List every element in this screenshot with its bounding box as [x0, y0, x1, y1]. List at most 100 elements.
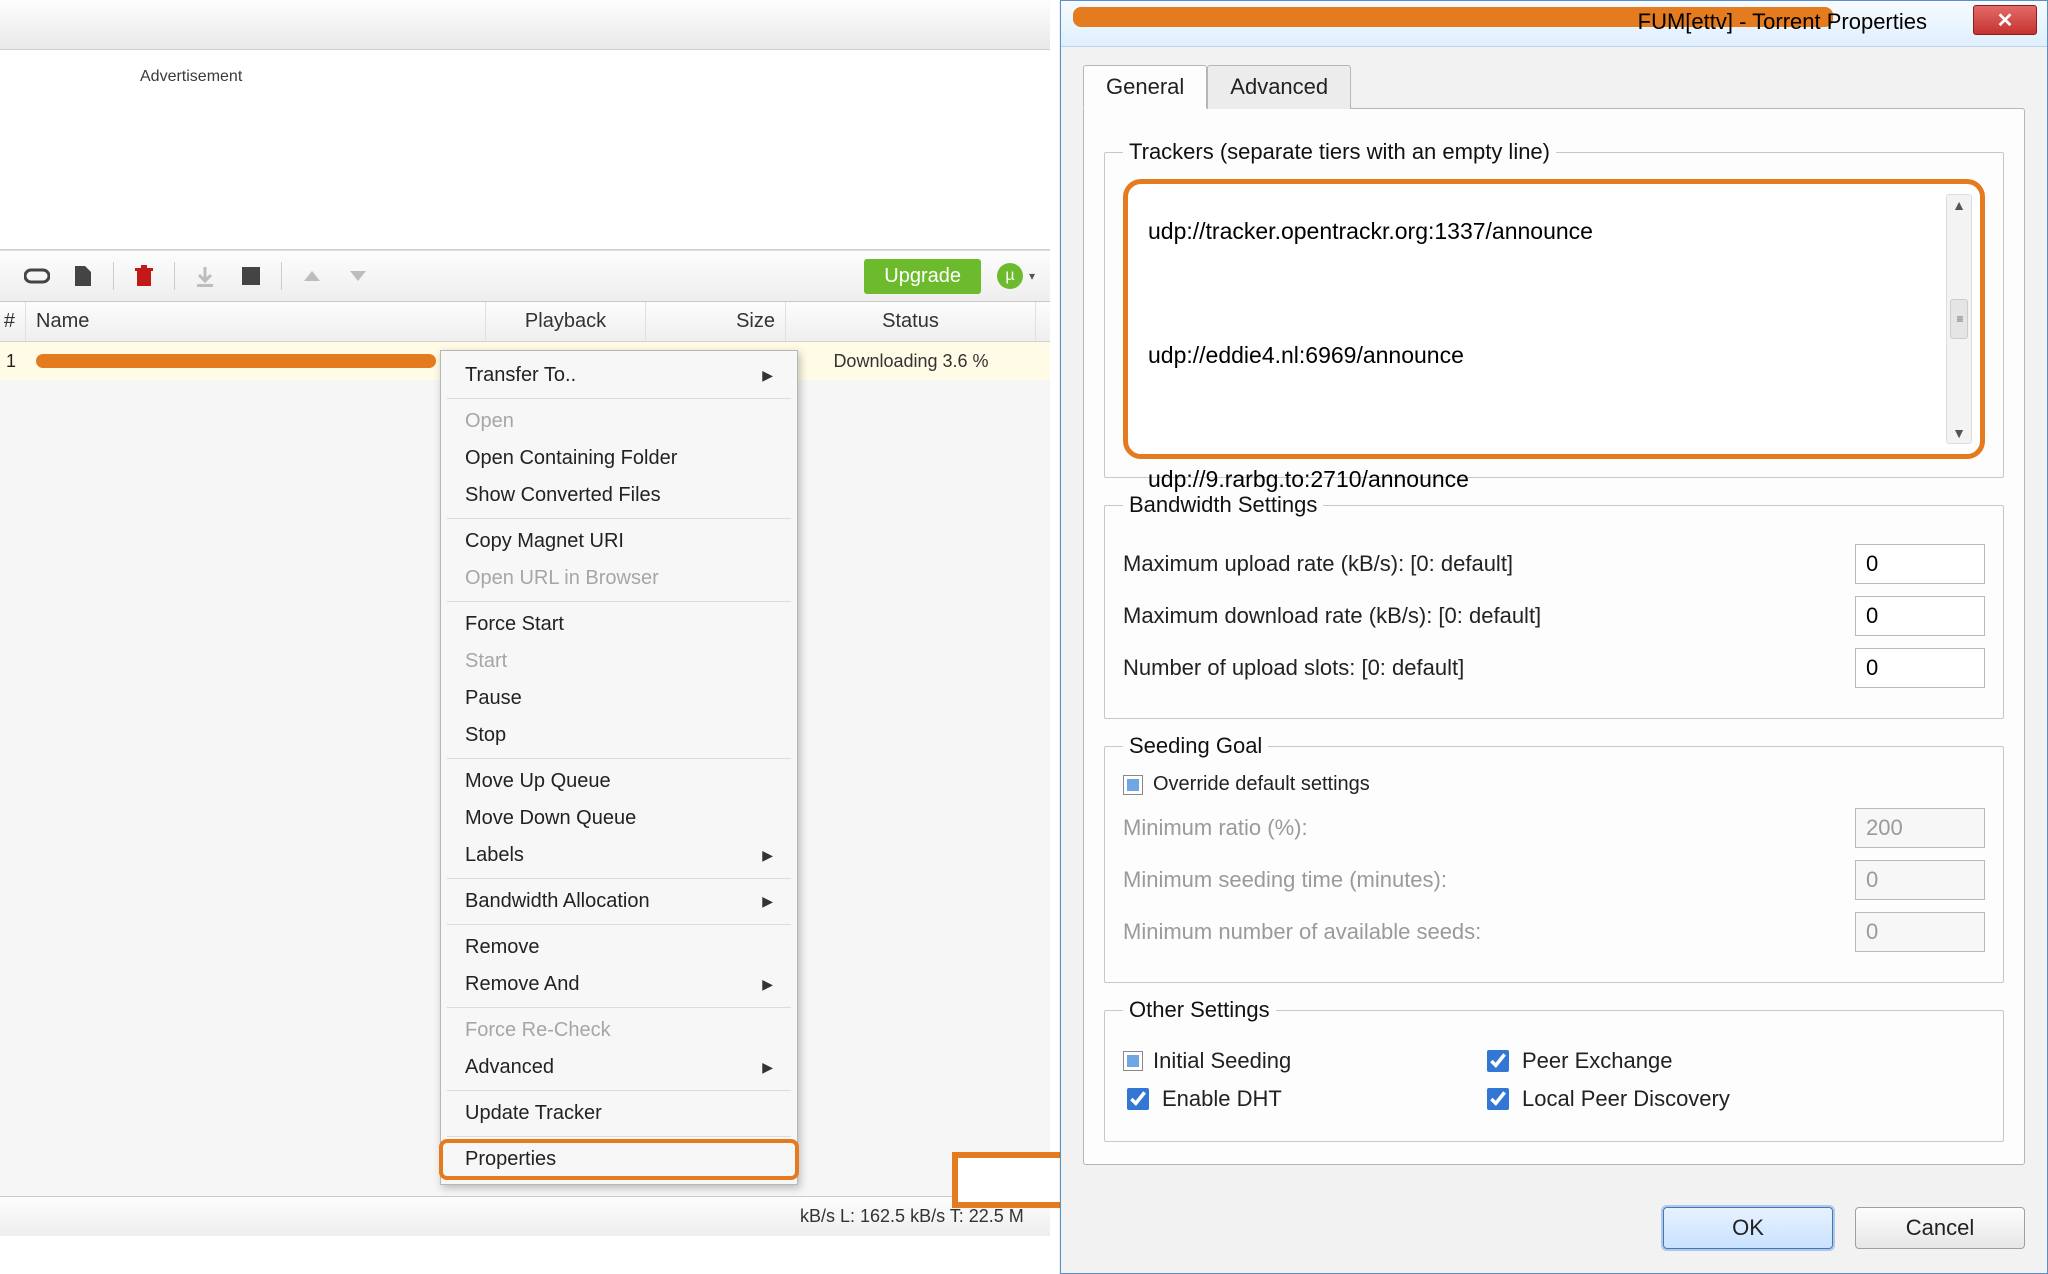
redacted-name-icon — [36, 354, 436, 368]
menu-separator — [447, 1007, 791, 1008]
menu-open-containing[interactable]: Open Containing Folder — [441, 440, 797, 477]
main-titlebar[interactable] — [0, 0, 1050, 50]
min-seed-time-label: Minimum seeding time (minutes): — [1123, 867, 1447, 893]
enable-dht-checkbox[interactable] — [1127, 1088, 1149, 1110]
menu-copy-magnet[interactable]: Copy Magnet URI — [441, 523, 797, 560]
menu-transfer-to[interactable]: Transfer To..▶ — [441, 357, 797, 394]
menu-move-down[interactable]: Move Down Queue — [441, 800, 797, 837]
scroll-down-icon[interactable]: ▼ — [1952, 425, 1966, 441]
max-download-input[interactable] — [1855, 596, 1985, 636]
menu-open-url[interactable]: Open URL in Browser — [441, 560, 797, 597]
cell-num: 1 — [0, 342, 26, 380]
menu-bandwidth-allocation[interactable]: Bandwidth Allocation▶ — [441, 883, 797, 920]
peer-exchange-label: Peer Exchange — [1522, 1048, 1672, 1074]
close-button[interactable]: ✕ — [1973, 5, 2037, 35]
col-status[interactable]: Status — [786, 302, 1036, 341]
min-available-seeds-label: Minimum number of available seeds: — [1123, 919, 1481, 945]
initial-seeding-label: Initial Seeding — [1153, 1048, 1291, 1074]
other-legend: Other Settings — [1123, 997, 1276, 1023]
max-upload-label: Maximum upload rate (kB/s): [0: default] — [1123, 551, 1513, 577]
menu-separator — [447, 1090, 791, 1091]
max-download-label: Maximum download rate (kB/s): [0: defaul… — [1123, 603, 1541, 629]
menu-separator — [447, 398, 791, 399]
group-seeding-goal: Seeding Goal Override default settings M… — [1104, 733, 2004, 983]
remove-icon[interactable] — [122, 256, 166, 296]
menu-force-recheck[interactable]: Force Re-Check — [441, 1012, 797, 1049]
menu-force-start[interactable]: Force Start — [441, 606, 797, 643]
move-up-icon[interactable] — [290, 256, 334, 296]
col-num[interactable]: # — [0, 302, 26, 341]
menu-move-up[interactable]: Move Up Queue — [441, 763, 797, 800]
peer-exchange-checkbox[interactable] — [1487, 1050, 1509, 1072]
local-peer-discovery-label: Local Peer Discovery — [1522, 1086, 1730, 1112]
tab-advanced[interactable]: Advanced — [1207, 65, 1351, 109]
add-file-icon[interactable] — [61, 256, 105, 296]
menu-remove-and[interactable]: Remove And▶ — [441, 966, 797, 1003]
menu-properties[interactable]: Properties — [441, 1141, 797, 1178]
local-peer-discovery-checkbox[interactable] — [1487, 1088, 1509, 1110]
upload-slots-input[interactable] — [1855, 648, 1985, 688]
menu-pause[interactable]: Pause — [441, 680, 797, 717]
status-bar: kB/s L: 162.5 kB/s T: 22.5 M — [0, 1196, 1050, 1236]
scroll-thumb[interactable]: ≡ — [1950, 299, 1968, 339]
col-size[interactable]: Size — [646, 302, 786, 341]
status-dropdown-icon[interactable]: ▾ — [1029, 269, 1035, 283]
stop-icon[interactable] — [229, 256, 273, 296]
upgrade-button[interactable]: Upgrade — [864, 259, 981, 294]
enable-dht-label: Enable DHT — [1162, 1086, 1282, 1112]
menu-open[interactable]: Open — [441, 403, 797, 440]
submenu-arrow-icon: ▶ — [762, 976, 773, 993]
trackers-text[interactable]: udp://tracker.opentrackr.org:1337/announ… — [1148, 200, 1936, 510]
cancel-button[interactable]: Cancel — [1855, 1207, 2025, 1249]
group-trackers: Trackers (separate tiers with an empty l… — [1104, 139, 2004, 478]
menu-separator — [447, 601, 791, 602]
submenu-arrow-icon: ▶ — [762, 1059, 773, 1076]
toolbar-separator — [174, 262, 175, 290]
col-name[interactable]: Name — [26, 302, 486, 341]
override-checkbox[interactable] — [1123, 775, 1143, 795]
advertisement-panel: Advertisement — [0, 50, 1050, 250]
dialog-titlebar[interactable]: FUM[ettv] - Torrent Properties ✕ — [1061, 1, 2047, 47]
move-down-icon[interactable] — [336, 256, 380, 296]
menu-update-tracker[interactable]: Update Tracker — [441, 1095, 797, 1132]
menu-show-converted[interactable]: Show Converted Files — [441, 477, 797, 514]
min-ratio-input — [1855, 808, 1985, 848]
max-upload-input[interactable] — [1855, 544, 1985, 584]
group-bandwidth: Bandwidth Settings Maximum upload rate (… — [1104, 492, 2004, 719]
override-label: Override default settings — [1153, 773, 1370, 796]
tab-panel-general: Trackers (separate tiers with an empty l… — [1083, 108, 2025, 1165]
menu-separator — [447, 924, 791, 925]
scrollbar[interactable]: ▲ ≡ ▼ — [1946, 194, 1972, 444]
menu-labels[interactable]: Labels▶ — [441, 837, 797, 874]
initial-seeding-checkbox[interactable] — [1123, 1051, 1143, 1071]
connection-status-icon[interactable]: µ — [997, 263, 1023, 289]
menu-separator — [447, 878, 791, 879]
peer-exchange-option[interactable]: Peer Exchange — [1483, 1047, 1783, 1075]
menu-stop[interactable]: Stop — [441, 717, 797, 754]
min-available-seeds-input — [1855, 912, 1985, 952]
menu-start[interactable]: Start — [441, 643, 797, 680]
close-icon: ✕ — [1997, 8, 2014, 33]
menu-separator — [447, 758, 791, 759]
add-url-icon[interactable] — [15, 256, 59, 296]
ok-button[interactable]: OK — [1663, 1207, 1833, 1249]
dialog-button-row: OK Cancel — [1061, 1187, 2047, 1273]
toolbar-separator — [113, 262, 114, 290]
trackers-legend: Trackers (separate tiers with an empty l… — [1123, 139, 1556, 165]
start-icon[interactable] — [183, 256, 227, 296]
grid-header: # Name Playback Size Status — [0, 302, 1050, 342]
initial-seeding-option[interactable]: Initial Seeding — [1123, 1047, 1423, 1075]
upload-slots-label: Number of upload slots: [0: default] — [1123, 655, 1464, 681]
menu-remove[interactable]: Remove — [441, 929, 797, 966]
scroll-up-icon[interactable]: ▲ — [1952, 197, 1966, 213]
tab-general[interactable]: General — [1083, 65, 1207, 109]
col-playback[interactable]: Playback — [486, 302, 646, 341]
menu-separator — [447, 1136, 791, 1137]
local-peer-discovery-option[interactable]: Local Peer Discovery — [1483, 1085, 1783, 1113]
submenu-arrow-icon: ▶ — [762, 893, 773, 910]
trackers-textbox[interactable]: udp://tracker.opentrackr.org:1337/announ… — [1123, 179, 1985, 459]
tab-bar: General Advanced — [1083, 65, 2025, 109]
enable-dht-option[interactable]: Enable DHT — [1123, 1085, 1423, 1113]
menu-advanced[interactable]: Advanced▶ — [441, 1049, 797, 1086]
seeding-legend: Seeding Goal — [1123, 733, 1268, 759]
